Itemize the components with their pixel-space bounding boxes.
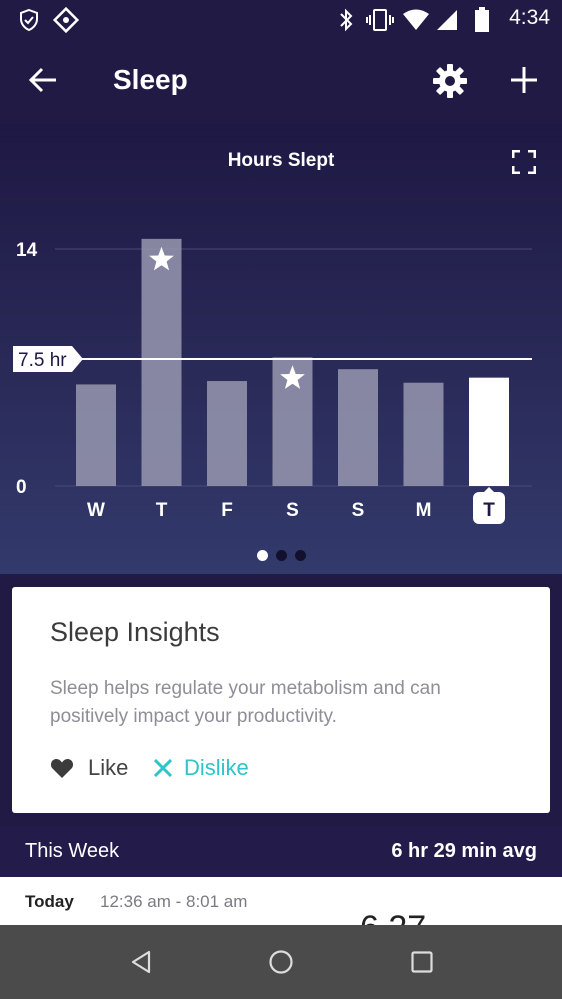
home-circle-icon[interactable] — [268, 949, 294, 975]
insights-title: Sleep Insights — [50, 617, 220, 647]
status-bar: 4:34 — [0, 0, 562, 38]
y-tick-label: 0 — [16, 477, 27, 498]
sleep-time-range: 12:36 am - 8:01 am — [100, 892, 248, 911]
insights-body: Sleep helps regulate your metabolism and… — [50, 678, 441, 727]
like-button[interactable]: Like — [50, 753, 128, 783]
bar-6[interactable] — [469, 377, 509, 486]
close-x-icon — [153, 758, 173, 778]
shield-icon — [20, 8, 38, 32]
expand-fullscreen-icon[interactable] — [512, 150, 536, 174]
page-dot[interactable] — [294, 550, 306, 561]
page-indicator[interactable] — [0, 550, 562, 561]
wifi-icon — [403, 9, 429, 30]
bar-5[interactable] — [403, 382, 444, 486]
selected-day-pointer — [483, 487, 495, 493]
vibrate-icon — [366, 9, 394, 31]
dislike-button[interactable]: Dislike — [152, 753, 249, 783]
x-tick-label: S — [286, 500, 299, 521]
battery-icon — [475, 7, 489, 32]
system-nav-bar — [0, 925, 562, 999]
like-label: Like — [88, 755, 129, 780]
app-bar: Sleep — [0, 38, 562, 124]
plus-icon[interactable] — [508, 64, 540, 96]
bluetooth-icon — [340, 8, 353, 32]
chart-title: Hours Slept — [227, 150, 335, 171]
nav-diamond-icon — [52, 6, 80, 34]
this-week-header: This Week 6 hr 29 min avg — [0, 826, 562, 877]
recents-square-icon[interactable] — [409, 949, 435, 975]
page-title: Sleep — [113, 64, 188, 95]
x-tick-label: F — [221, 500, 233, 521]
sleep-duration: 6 27 — [360, 911, 426, 925]
x-tick-label: T — [483, 500, 495, 521]
y-tick-label: 14 — [16, 240, 38, 261]
sleep-insights-card: Sleep Insights Sleep helps regulate your… — [12, 587, 550, 813]
sleep-chart-panel: 14 0 W T F S S M T 7.5 hr Hours Slept — [0, 124, 562, 574]
heart-icon — [50, 758, 74, 778]
week-average: 6 hr 29 min avg — [391, 840, 537, 862]
hours-slept-chart[interactable]: 14 0 W T F S S M T 7.5 hr — [0, 124, 562, 574]
day-label: Today — [25, 892, 74, 911]
gear-icon[interactable] — [431, 62, 469, 100]
back-arrow-icon[interactable] — [26, 63, 60, 97]
sleep-log-row-today[interactable]: Today 12:36 am - 8:01 am 6 27 — [0, 877, 562, 925]
goal-label: 7.5 hr — [18, 350, 67, 371]
back-triangle-icon[interactable] — [128, 949, 154, 975]
x-tick-label: M — [416, 500, 432, 521]
x-tick-label: T — [156, 500, 168, 521]
cell-signal-icon — [437, 10, 457, 30]
bar-0[interactable] — [76, 384, 116, 486]
x-tick-label: W — [87, 500, 105, 521]
bar-2[interactable] — [207, 381, 247, 486]
dislike-label: Dislike — [184, 755, 249, 780]
status-time: 4:34 — [509, 6, 550, 29]
page-dot[interactable] — [275, 550, 287, 561]
page-dot[interactable] — [256, 550, 268, 561]
x-tick-label: S — [352, 500, 365, 521]
week-label: This Week — [25, 840, 120, 862]
bar-1[interactable] — [141, 238, 182, 486]
bar-4[interactable] — [338, 369, 378, 486]
